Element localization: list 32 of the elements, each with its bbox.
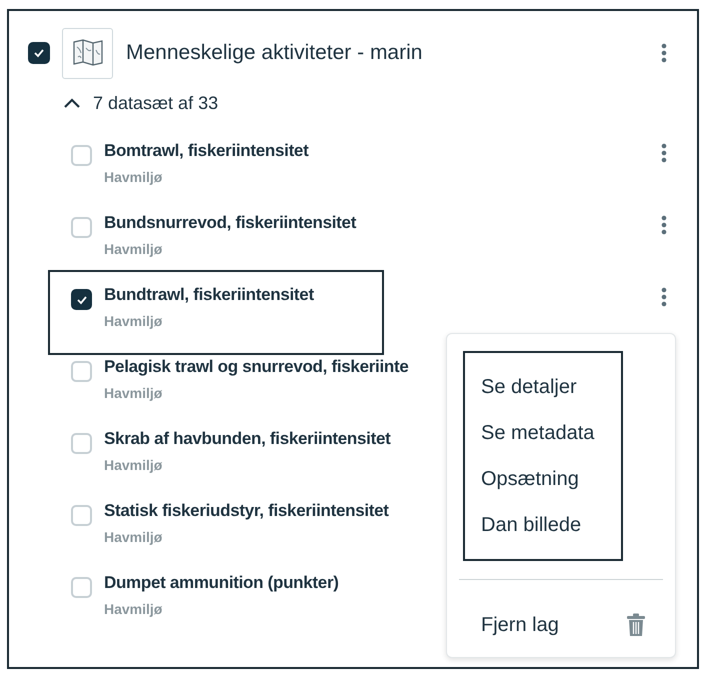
dataset-source: Havmiljø: [104, 528, 164, 546]
group-title: Menneskelige aktiviteter - marin: [126, 40, 424, 66]
dataset-source: Havmiljø: [104, 168, 164, 186]
checkbox[interactable]: [71, 289, 92, 310]
more-options-icon[interactable]: [661, 43, 667, 63]
more-options-icon[interactable]: [661, 215, 667, 235]
trash-icon: [626, 613, 646, 637]
check-icon: [76, 294, 88, 304]
dataset-source: Havmiljø: [104, 456, 164, 474]
menu-item[interactable]: Opsætning: [465, 456, 621, 502]
dataset-title[interactable]: Statisk fiskeriudstyr, fiskeriintensitet: [104, 500, 389, 522]
remove-layer-button[interactable]: Fjern lag: [481, 602, 646, 648]
folded-map-icon: [70, 38, 104, 68]
dataset-title[interactable]: Pelagisk trawl og snurrevod, fiskeriinte: [104, 356, 408, 378]
chevron-up-icon: [63, 97, 81, 109]
dataset-source: Havmiljø: [104, 312, 164, 330]
more-options-icon[interactable]: [661, 287, 667, 307]
check-icon: [33, 48, 45, 58]
dataset-title[interactable]: Bomtrawl, fiskeriintensitet: [104, 140, 308, 162]
checkbox[interactable]: [28, 42, 50, 64]
menu-item[interactable]: Dan billede: [465, 502, 621, 548]
menu-item[interactable]: Se detaljer: [465, 364, 621, 410]
dataset-title[interactable]: Dumpet ammunition (punkter): [104, 572, 339, 594]
dataset-source: Havmiljø: [104, 384, 164, 402]
dataset-title[interactable]: Bundtrawl, fiskeriintensitet: [104, 284, 314, 306]
dataset-source: Havmiljø: [104, 600, 164, 618]
dataset-title[interactable]: Bundsnurrevod, fiskeriintensitet: [104, 212, 356, 234]
dataset-title[interactable]: Skrab af havbunden, fiskeriintensitet: [104, 428, 390, 450]
more-options-icon[interactable]: [661, 143, 667, 163]
expand-toggle[interactable]: 7 datasæt af 33: [63, 88, 218, 118]
menu-item[interactable]: Se metadata: [465, 410, 621, 456]
dataset-source: Havmiljø: [104, 240, 164, 258]
